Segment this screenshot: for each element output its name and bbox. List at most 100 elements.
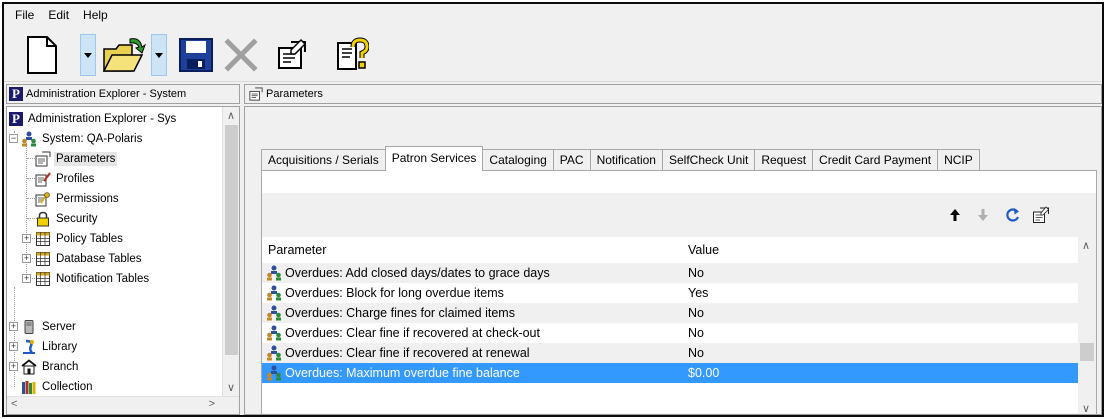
arrow-up-icon	[950, 209, 960, 221]
parameters-icon	[249, 87, 263, 101]
scroll-up-icon[interactable]: ∧	[1082, 239, 1090, 252]
scroll-down-icon[interactable]: ∨	[227, 381, 235, 394]
tree-item-root[interactable]: P Administration Explorer - Sys	[9, 109, 178, 129]
menu-file[interactable]: File	[8, 4, 41, 26]
grid-vertical-scrollbar[interactable]: ∧ ∨	[1078, 237, 1096, 414]
tree-item-security[interactable]: Security	[35, 209, 100, 229]
parameter-name: Overdues: Maximum overdue fine balance	[285, 366, 520, 380]
new-dropdown-button[interactable]	[80, 34, 96, 76]
refresh-button[interactable]	[1004, 206, 1022, 224]
column-header-parameter[interactable]: Parameter	[268, 243, 326, 257]
tree-item-branch[interactable]: Branch	[21, 357, 80, 377]
table-row[interactable]: Overdues: Add closed days/dates to grace…	[262, 263, 1080, 283]
tab-cataloging[interactable]: Cataloging	[482, 149, 554, 171]
chevron-down-icon	[155, 52, 163, 58]
tree-item-library[interactable]: Library	[21, 337, 79, 357]
chevron-down-icon	[84, 52, 92, 58]
table-icon	[35, 271, 51, 287]
move-up-button[interactable]	[946, 206, 964, 224]
parameters-panel: Acquisitions / Serials Patron Services C…	[244, 106, 1102, 415]
parameters-grid[interactable]: Parameter Value Overdues: Add closed day…	[262, 237, 1080, 414]
value-cell[interactable]: No	[688, 326, 704, 340]
value-cell[interactable]: No	[688, 346, 704, 360]
expand-icon[interactable]: +	[22, 274, 31, 283]
scroll-up-icon[interactable]: ∧	[227, 109, 235, 122]
value-cell[interactable]: No	[688, 306, 704, 320]
scroll-down-icon[interactable]: ∨	[1082, 402, 1090, 414]
scroll-thumb[interactable]	[1080, 343, 1094, 361]
collapse-icon[interactable]: −	[9, 134, 18, 143]
expand-icon[interactable]: +	[9, 322, 18, 331]
users-icon	[266, 285, 282, 301]
users-icon	[266, 345, 282, 361]
lock-icon	[35, 211, 51, 227]
tree-horizontal-scrollbar[interactable]: < >	[7, 396, 239, 414]
scroll-left-icon[interactable]: <	[11, 398, 17, 410]
expand-icon[interactable]: +	[22, 254, 31, 263]
tab-ncip[interactable]: NCIP	[937, 149, 980, 171]
tab-selfcheck-unit[interactable]: SelfCheck Unit	[661, 149, 756, 171]
tree-item-collection[interactable]: Collection	[21, 377, 95, 397]
parameter-name: Overdues: Clear fine if recovered at che…	[285, 326, 540, 340]
move-down-button[interactable]	[974, 206, 992, 224]
open-dropdown-button[interactable]	[151, 34, 167, 76]
menu-bar: File Edit Help	[4, 4, 1102, 26]
branch-building-icon	[21, 359, 37, 375]
tab-request[interactable]: Request	[754, 149, 814, 171]
library-icon	[21, 339, 37, 355]
scroll-right-icon[interactable]: >	[209, 398, 215, 410]
parameter-cell: Overdues: Charge fines for claimed items	[266, 305, 515, 321]
users-icon	[266, 265, 282, 281]
delete-button[interactable]	[220, 32, 262, 78]
tab-pac[interactable]: PAC	[552, 149, 591, 171]
help-button[interactable]	[330, 32, 374, 78]
tab-notification[interactable]: Notification	[589, 149, 663, 171]
tab-patron-services[interactable]: Patron Services	[384, 146, 484, 171]
tree-item-server[interactable]: Server	[21, 317, 78, 337]
table-icon	[35, 231, 51, 247]
value-cell[interactable]: Yes	[688, 286, 708, 300]
tab-acquisitions-serials[interactable]: Acquisitions / Serials	[261, 149, 386, 171]
parameter-cell: Overdues: Clear fine if recovered at ren…	[266, 345, 530, 361]
left-pane-title: Administration Explorer - System	[26, 88, 187, 100]
table-row[interactable]: Overdues: Clear fine if recovered at ren…	[262, 343, 1080, 363]
grid-header: Parameter Value	[262, 237, 1080, 263]
menu-edit[interactable]: Edit	[41, 4, 76, 26]
tree-item-notification-tables[interactable]: Notification Tables	[35, 269, 151, 289]
open-button[interactable]	[100, 32, 150, 78]
tree-line	[14, 287, 15, 387]
table-row[interactable]: Overdues: Clear fine if recovered at che…	[262, 323, 1080, 343]
tab-credit-card-payment[interactable]: Credit Card Payment	[812, 149, 939, 171]
table-row[interactable]: Overdues: Charge fines for claimed items…	[262, 303, 1080, 323]
properties-icon	[278, 38, 307, 69]
properties-button[interactable]	[270, 32, 314, 78]
column-header-value[interactable]: Value	[688, 243, 719, 257]
tree-item-system[interactable]: System: QA-Polaris	[21, 129, 144, 149]
table-row[interactable]: Overdues: Maximum overdue fine balance $0…	[262, 363, 1080, 383]
tree-item-permissions[interactable]: Permissions	[35, 189, 121, 209]
properties-button[interactable]	[1032, 206, 1050, 224]
expand-icon[interactable]: +	[9, 362, 18, 371]
tree-item-profiles[interactable]: Profiles	[35, 169, 96, 189]
expand-icon[interactable]: +	[22, 234, 31, 243]
new-document-icon	[27, 36, 57, 74]
table-row[interactable]: Overdues: Block for long overdue items Ye…	[262, 283, 1080, 303]
delete-icon	[224, 38, 258, 72]
explorer-tree[interactable]: P Administration Explorer - Sys − System…	[6, 106, 240, 415]
value-cell[interactable]: No	[688, 266, 704, 280]
new-document-button[interactable]	[14, 32, 70, 78]
arrow-down-icon	[978, 209, 988, 221]
tree-item-parameters[interactable]: Parameters	[35, 149, 118, 169]
menu-help[interactable]: Help	[76, 4, 115, 26]
scroll-thumb[interactable]	[225, 125, 238, 355]
collection-icon	[21, 379, 37, 395]
value-cell[interactable]: $0.00	[688, 366, 719, 380]
tree-item-policy-tables[interactable]: Policy Tables	[35, 229, 125, 249]
save-button[interactable]	[172, 32, 220, 78]
expand-icon[interactable]: +	[9, 342, 18, 351]
tree-vertical-scrollbar[interactable]: ∧ ∨	[222, 107, 239, 396]
properties-icon	[1033, 206, 1050, 223]
main-window: File Edit Help P Administration Explorer…	[2, 2, 1104, 417]
grid-horizontal-scrollbar[interactable]	[262, 413, 1080, 414]
tree-item-database-tables[interactable]: Database Tables	[35, 249, 143, 269]
